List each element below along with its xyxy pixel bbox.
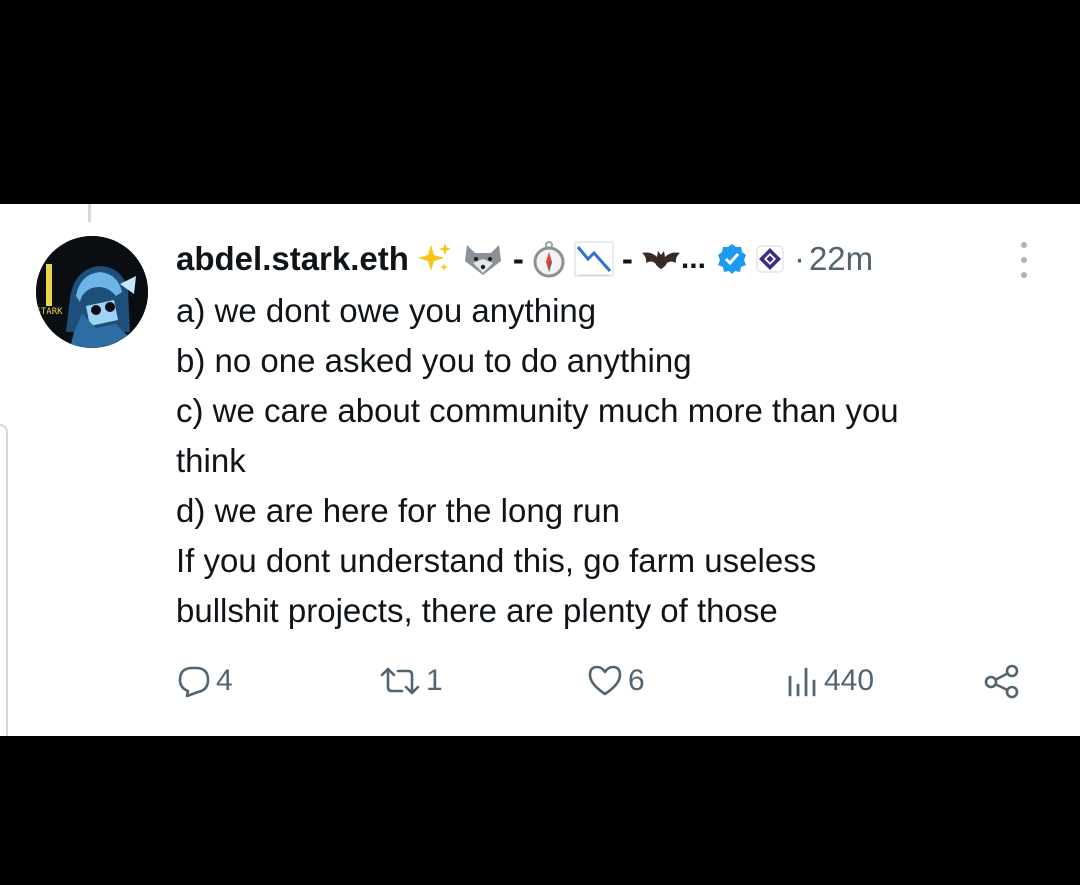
avatar[interactable]: STARK: [36, 236, 148, 348]
views-chart-icon: [788, 667, 816, 697]
tweet-line: think: [176, 442, 246, 479]
heart-icon: [588, 665, 622, 696]
sparkles-icon: [417, 241, 453, 277]
tweet-line: d) we are here for the long run: [176, 492, 620, 529]
like-button[interactable]: 6: [586, 656, 645, 706]
reply-icon: [178, 666, 210, 698]
view-count: 440: [824, 664, 875, 697]
name-truncation: ...: [680, 242, 706, 275]
repost-icon: [380, 667, 420, 695]
tweet-line: bullshit projects, there are plenty of t…: [176, 592, 778, 629]
display-name[interactable]: abdel.stark.eth: [176, 240, 409, 278]
thread-connector-line: [88, 204, 91, 222]
tweet-line: c) we care about community much more tha…: [176, 392, 899, 429]
repost-count: 1: [426, 664, 443, 697]
views-button[interactable]: 440: [784, 656, 874, 706]
tweet-line: If you dont understand this, go farm use…: [176, 542, 817, 579]
timestamp[interactable]: 22m: [809, 240, 873, 278]
tweet-text: a) we dont owe you anything b) no one as…: [176, 286, 1036, 636]
bat-icon: [641, 245, 681, 273]
like-count: 6: [628, 664, 645, 697]
tweet-line: b) no one asked you to do anything: [176, 342, 692, 379]
action-bar: 4 1 6 440: [176, 656, 1036, 706]
verified-badge-icon[interactable]: [716, 243, 748, 275]
quoted-frame-edge: [0, 424, 8, 736]
reply-count: 4: [216, 664, 233, 697]
name-separator-2: -: [621, 240, 633, 277]
more-options-icon[interactable]: [1014, 242, 1034, 278]
tweet-card[interactable]: STARK abdel.stark.eth - - ... · 22m a) w…: [0, 204, 1080, 736]
name-separator: -: [512, 240, 524, 277]
reply-button[interactable]: 4: [176, 656, 233, 706]
avatar-logo-text: STARK: [36, 307, 63, 317]
chart-decreasing-icon: [574, 241, 614, 277]
wolf-icon: [461, 241, 505, 277]
compass-icon: [532, 240, 566, 278]
tweet-header: abdel.stark.eth - - ... · 22m: [176, 234, 1056, 284]
tweet-line: a) we dont owe you anything: [176, 292, 597, 329]
avatar-image: STARK: [36, 236, 148, 348]
affiliate-badge-icon[interactable]: [754, 243, 786, 275]
share-icon: [984, 664, 1019, 699]
time-separator: ·: [793, 240, 805, 277]
repost-button[interactable]: 1: [378, 656, 443, 706]
share-button[interactable]: [982, 656, 1022, 706]
